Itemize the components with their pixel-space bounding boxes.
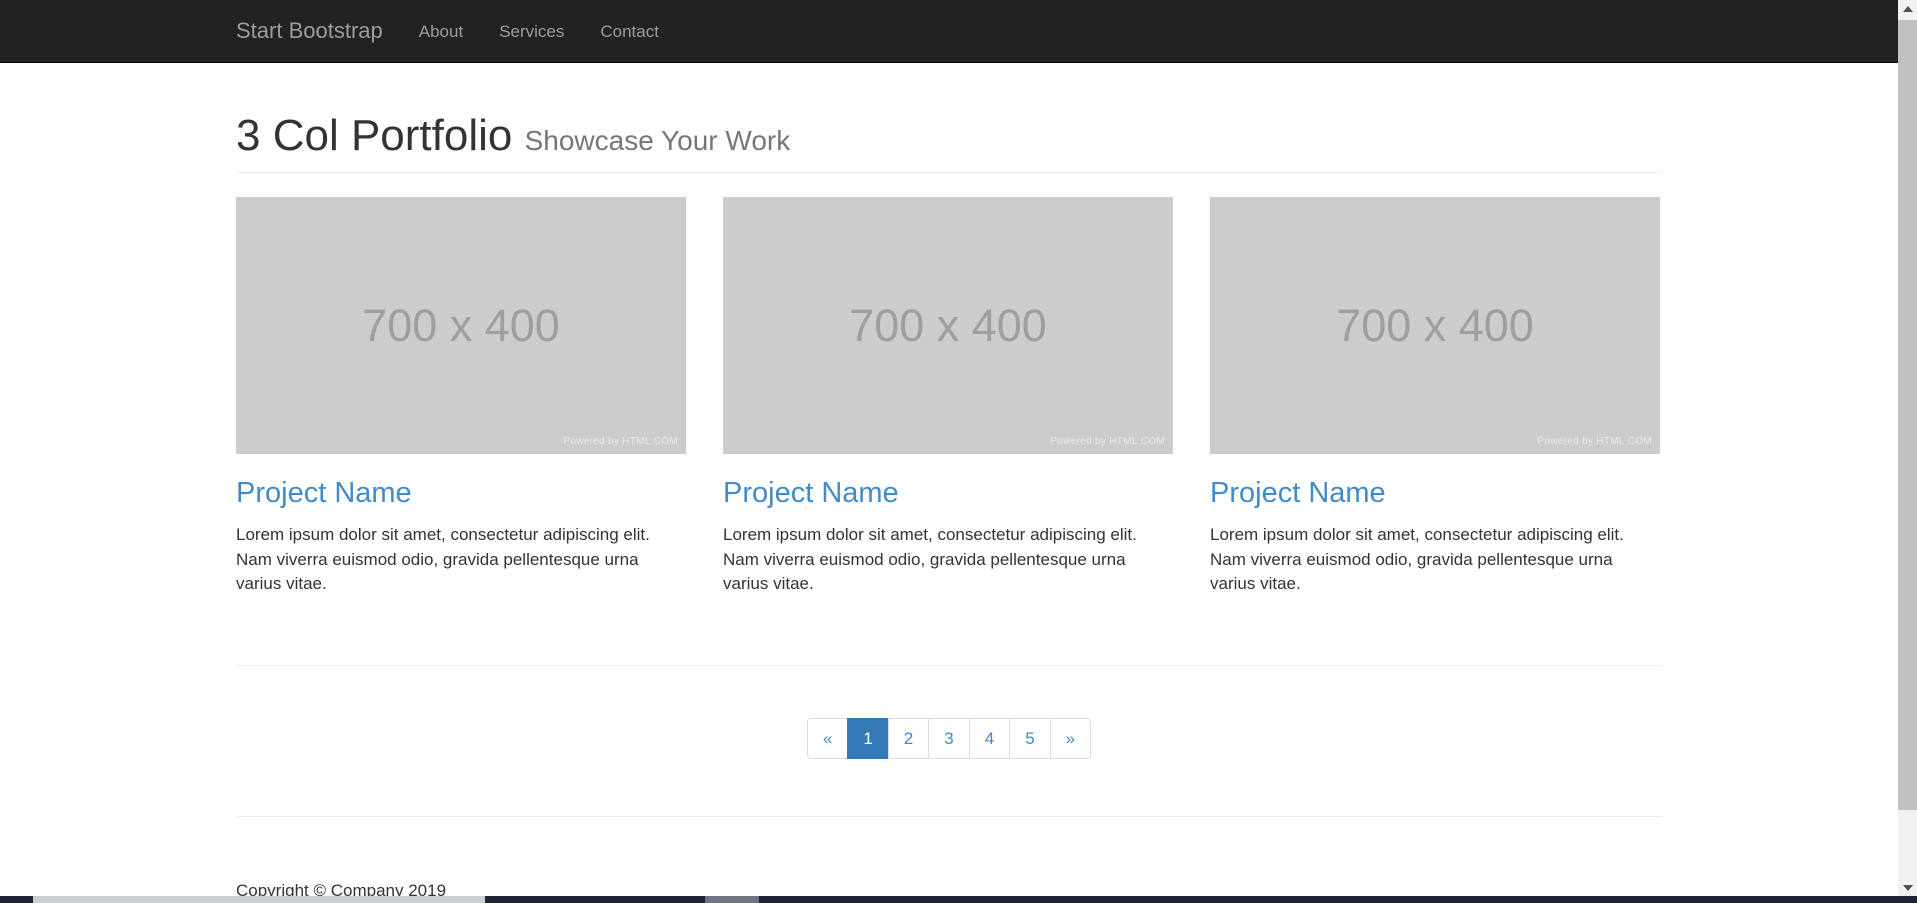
scrollbar-thumb[interactable] <box>1898 20 1917 810</box>
bottom-strip-gray-segment <box>705 896 759 903</box>
nav-link-services[interactable]: Services <box>481 0 582 63</box>
pagination-next-button[interactable]: » <box>1050 718 1091 759</box>
section-divider <box>236 665 1662 666</box>
pagination-prev-button[interactable]: « <box>807 718 848 759</box>
project-2-description: Lorem ipsum dolor sit amet, consectetur … <box>723 523 1173 597</box>
pagination-page-4: 4 <box>970 718 1010 759</box>
pagination-wrapper: « 1 2 3 4 5 » <box>236 718 1662 759</box>
pagination-prev: « <box>807 718 848 759</box>
pagination-page-1-button[interactable]: 1 <box>847 718 888 759</box>
page-title: 3 Col Portfolio Showcase Your Work <box>236 112 1662 160</box>
project-2-title-link[interactable]: Project Name <box>723 477 899 509</box>
placeholder-image-label: 700 x 400 <box>362 300 560 352</box>
bottom-edge-strip <box>0 896 1917 903</box>
navbar-menu: About Services Contact <box>401 0 677 62</box>
pagination: « 1 2 3 4 5 » <box>807 718 1091 759</box>
pagination-page-1: 1 <box>848 718 888 759</box>
pagination-page-3-button[interactable]: 3 <box>928 718 969 759</box>
nav-link-about[interactable]: About <box>401 0 481 63</box>
page-subtitle: Showcase Your Work <box>525 125 791 156</box>
nav-item-services: Services <box>481 0 582 62</box>
placeholder-image-label: 700 x 400 <box>849 300 1047 352</box>
project-1-description: Lorem ipsum dolor sit amet, consectetur … <box>236 523 686 597</box>
project-1-title-link[interactable]: Project Name <box>236 477 412 509</box>
portfolio-item-1: 700 x 400 Powered by HTML.COM Project Na… <box>236 197 686 597</box>
nav-item-contact: Contact <box>582 0 677 62</box>
pagination-page-2-button[interactable]: 2 <box>888 718 929 759</box>
page-title-text: 3 Col Portfolio <box>236 111 512 160</box>
browser-page: Start Bootstrap About Services Contact 3… <box>0 0 1898 903</box>
project-3-image-link[interactable]: 700 x 400 Powered by HTML.COM <box>1210 197 1660 454</box>
pagination-page-3: 3 <box>929 718 969 759</box>
placeholder-watermark: Powered by HTML.COM <box>1537 436 1652 447</box>
placeholder-watermark: Powered by HTML.COM <box>1050 436 1165 447</box>
scroll-up-arrow-icon <box>1903 6 1913 12</box>
scrollbar-up-button[interactable] <box>1898 0 1917 18</box>
portfolio-row: 700 x 400 Powered by HTML.COM Project Na… <box>236 197 1662 597</box>
vertical-scrollbar[interactable] <box>1898 0 1917 903</box>
pagination-page-5: 5 <box>1010 718 1050 759</box>
project-1-image-link[interactable]: 700 x 400 Powered by HTML.COM <box>236 197 686 454</box>
project-1-title: Project Name <box>236 477 686 510</box>
portfolio-item-3: 700 x 400 Powered by HTML.COM Project Na… <box>1210 197 1660 597</box>
project-3-title: Project Name <box>1210 477 1660 510</box>
portfolio-item-2: 700 x 400 Powered by HTML.COM Project Na… <box>723 197 1173 597</box>
pagination-page-4-button[interactable]: 4 <box>969 718 1010 759</box>
pagination-page-5-button[interactable]: 5 <box>1009 718 1050 759</box>
top-navbar: Start Bootstrap About Services Contact <box>0 0 1898 63</box>
project-3-description: Lorem ipsum dolor sit amet, consectetur … <box>1210 523 1660 597</box>
project-2-image-link[interactable]: 700 x 400 Powered by HTML.COM <box>723 197 1173 454</box>
page-header: 3 Col Portfolio Showcase Your Work <box>236 112 1662 173</box>
placeholder-image-label: 700 x 400 <box>1336 300 1534 352</box>
project-3-title-link[interactable]: Project Name <box>1210 477 1386 509</box>
footer-divider <box>236 816 1662 817</box>
bottom-strip-light-segment <box>33 896 485 903</box>
pagination-page-2: 2 <box>889 718 929 759</box>
placeholder-watermark: Powered by HTML.COM <box>563 436 678 447</box>
scrollbar-down-button[interactable] <box>1898 879 1917 897</box>
pagination-next: » <box>1051 718 1091 759</box>
nav-item-about: About <box>401 0 481 62</box>
project-2-title: Project Name <box>723 477 1173 510</box>
nav-link-contact[interactable]: Contact <box>582 0 677 63</box>
navbar-brand[interactable]: Start Bootstrap <box>236 0 383 62</box>
scroll-down-arrow-icon <box>1903 885 1913 891</box>
